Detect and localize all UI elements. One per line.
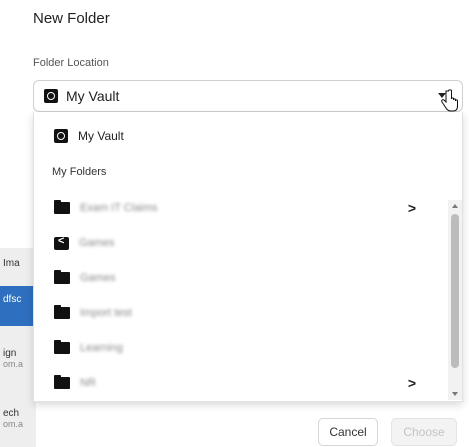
folder-item[interactable]: Games xyxy=(34,233,446,253)
folder-item[interactable]: Games xyxy=(34,268,446,288)
scroll-down-icon[interactable] xyxy=(452,392,458,396)
hand-cursor-icon xyxy=(441,89,458,112)
background-row-selected: dfsc xyxy=(0,286,36,326)
folder-item[interactable]: Learning xyxy=(34,338,446,358)
folder-location-select[interactable]: My Vault xyxy=(33,80,463,112)
folder-item[interactable]: Exam IT Claims > xyxy=(34,198,446,218)
folder-name: Games xyxy=(80,272,116,284)
dropdown-scrollbar[interactable] xyxy=(448,200,462,400)
folder-icon xyxy=(54,305,70,319)
folder-item[interactable]: Import test xyxy=(34,303,446,323)
folder-dropdown-list: My Vault My Folders Exam IT Claims > Gam… xyxy=(33,112,463,402)
chevron-right-icon[interactable]: > xyxy=(408,375,416,391)
folder-location-label: Folder Location xyxy=(33,57,109,69)
vault-icon xyxy=(44,89,58,103)
chevron-right-icon[interactable]: > xyxy=(408,200,416,216)
folder-item[interactable]: NR > xyxy=(34,373,446,393)
folder-icon xyxy=(54,340,70,354)
folder-name: Import test xyxy=(80,307,132,319)
choose-button[interactable]: Choose xyxy=(391,418,457,446)
background-row: ech om.a xyxy=(3,408,24,429)
vault-icon xyxy=(54,129,68,143)
shared-folder-icon xyxy=(54,235,69,250)
folder-name: Games xyxy=(79,237,115,249)
cancel-button[interactable]: Cancel xyxy=(318,418,378,446)
folder-name: Learning xyxy=(80,342,123,354)
scroll-thumb[interactable] xyxy=(451,214,459,368)
folder-name: NR xyxy=(80,377,96,389)
folder-icon xyxy=(54,375,70,389)
my-folders-heading: My Folders xyxy=(52,166,107,178)
folder-icon xyxy=(54,270,70,284)
dialog-title: New Folder xyxy=(33,10,110,27)
dropdown-item-label: My Vault xyxy=(78,129,124,143)
background-row: Ima xyxy=(3,258,20,269)
dropdown-item-my-vault[interactable]: My Vault xyxy=(34,126,446,146)
background-row: ign om.a xyxy=(3,348,24,369)
folder-name: Exam IT Claims xyxy=(80,202,158,214)
background-page: Ima dfsc ign om.a ech om.a xyxy=(0,248,36,447)
folder-location-value: My Vault xyxy=(66,88,120,104)
folder-icon xyxy=(54,200,70,214)
scroll-up-icon[interactable] xyxy=(452,204,458,208)
